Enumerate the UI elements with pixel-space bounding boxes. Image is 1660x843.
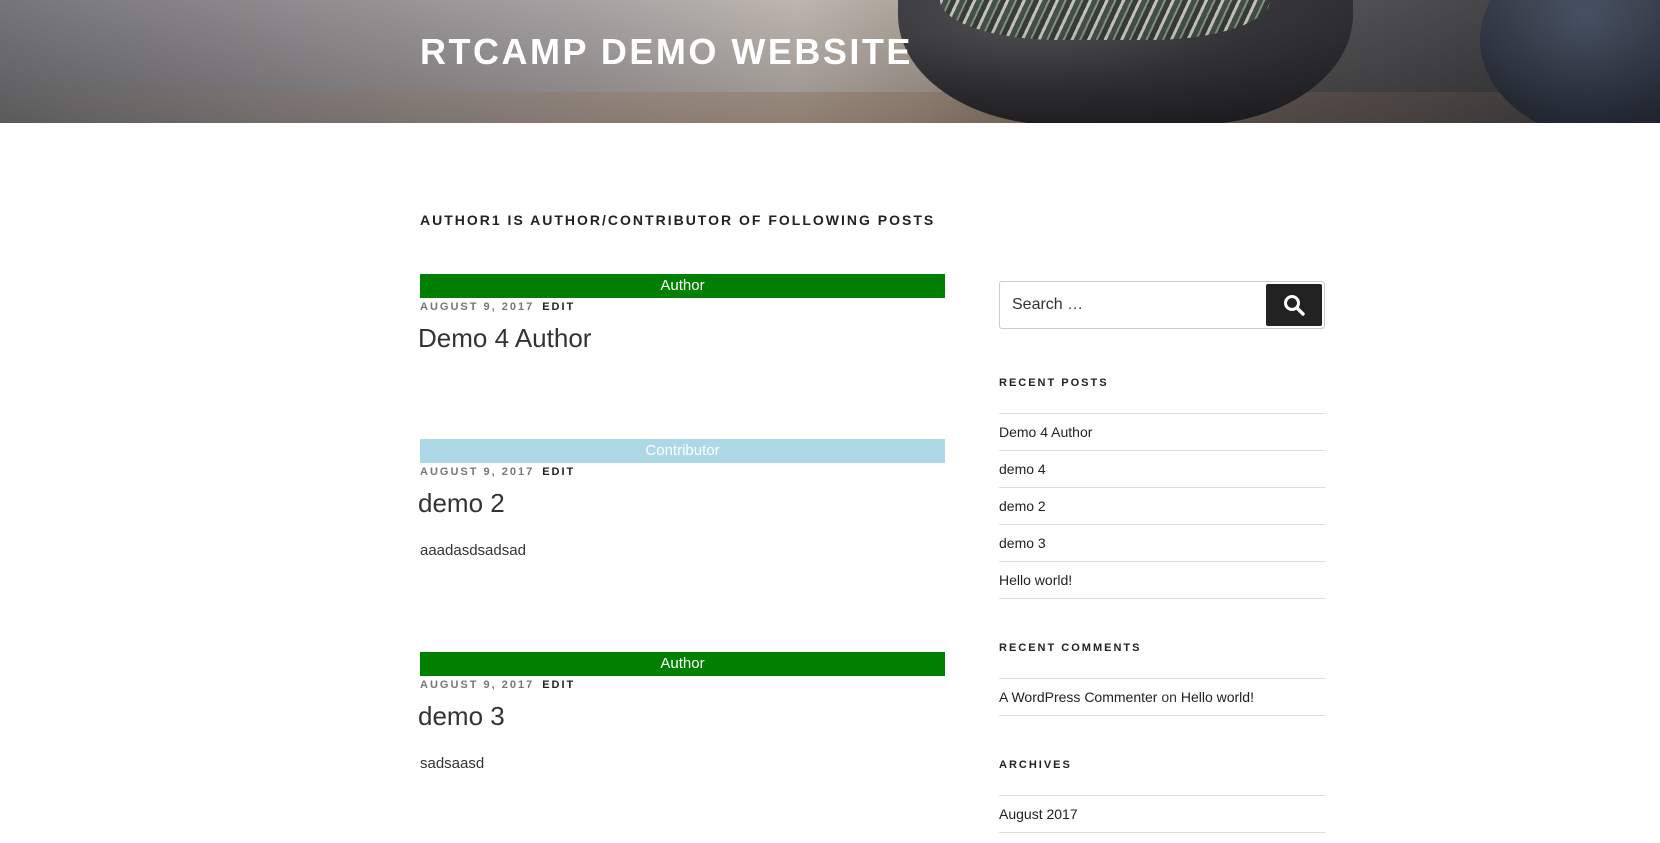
archives-widget: ARCHIVES August 2017	[999, 759, 1325, 833]
post-title-link[interactable]: demo 3	[418, 699, 945, 733]
post-meta: AUGUST 9, 2017 EDIT	[420, 465, 945, 480]
list-item: demo 2	[999, 488, 1325, 525]
recent-comments-list: A WordPress Commenter on Hello world!	[999, 678, 1325, 716]
post-date-link[interactable]: AUGUST 9, 2017	[420, 679, 534, 691]
post-excerpt: sadsaasd	[420, 755, 485, 772]
post-date-link[interactable]: AUGUST 9, 2017	[420, 466, 534, 478]
site-title-link[interactable]: RTCAMP DEMO WEBSITE	[420, 30, 913, 74]
recent-post-link[interactable]: demo 2	[999, 498, 1046, 514]
recent-posts-list: Demo 4 Author demo 4 demo 2 demo 3 Hello…	[999, 413, 1325, 599]
list-item: August 2017	[999, 796, 1325, 833]
list-item: demo 3	[999, 525, 1325, 562]
recent-posts-widget: RECENT POSTS Demo 4 Author demo 4 demo 2…	[999, 377, 1325, 599]
recent-posts-title: RECENT POSTS	[999, 377, 1109, 389]
site-header: RTCAMP DEMO WEBSITE	[0, 0, 1660, 123]
comment-author-link[interactable]: A WordPress Commenter	[999, 689, 1157, 705]
role-badge-author: Author	[420, 652, 945, 676]
post-excerpt: aaadasdsadsad	[420, 542, 526, 559]
archives-title: ARCHIVES	[999, 759, 1072, 771]
comment-post-link[interactable]: Hello world!	[1181, 689, 1254, 705]
post-meta: AUGUST 9, 2017 EDIT	[420, 300, 945, 315]
role-badge-author: Author	[420, 274, 945, 298]
post-item: Author AUGUST 9, 2017 EDIT Demo 4 Author	[418, 274, 945, 355]
recent-comments-title: RECENT COMMENTS	[999, 642, 1142, 654]
search-icon	[1284, 295, 1305, 316]
post-meta: AUGUST 9, 2017 EDIT	[420, 678, 945, 693]
list-item: A WordPress Commenter on Hello world!	[999, 679, 1325, 716]
recent-post-link[interactable]: demo 4	[999, 461, 1046, 477]
edit-link[interactable]: EDIT	[542, 466, 575, 478]
recent-post-link[interactable]: Hello world!	[999, 572, 1072, 588]
post-title-link[interactable]: demo 2	[418, 486, 945, 520]
comment-on-text: on	[1161, 689, 1177, 705]
recent-comments-widget: RECENT COMMENTS A WordPress Commenter on…	[999, 642, 1325, 716]
list-item: Demo 4 Author	[999, 414, 1325, 451]
post-date-link[interactable]: AUGUST 9, 2017	[420, 301, 534, 313]
page-title: AUTHOR1 IS AUTHOR/CONTRIBUTOR OF FOLLOWI…	[420, 212, 936, 228]
search-input[interactable]	[1000, 282, 1270, 328]
sidebar: RECENT POSTS Demo 4 Author demo 4 demo 2…	[999, 281, 1325, 833]
search-button[interactable]	[1266, 284, 1322, 326]
archives-list: August 2017	[999, 795, 1325, 833]
recent-post-link[interactable]: Demo 4 Author	[999, 424, 1092, 440]
search-form	[999, 281, 1325, 329]
post-item: Contributor AUGUST 9, 2017 EDIT demo 2 aa…	[418, 439, 945, 562]
recent-post-link[interactable]: demo 3	[999, 535, 1046, 551]
role-badge-contributor: Contributor	[420, 439, 945, 463]
post-item: Author AUGUST 9, 2017 EDIT demo 3 sadsaas…	[418, 652, 945, 775]
edit-link[interactable]: EDIT	[542, 679, 575, 691]
list-item: Hello world!	[999, 562, 1325, 599]
edit-link[interactable]: EDIT	[542, 301, 575, 313]
list-item: demo 4	[999, 451, 1325, 488]
post-title-link[interactable]: Demo 4 Author	[418, 321, 945, 355]
archive-link[interactable]: August 2017	[999, 806, 1078, 822]
